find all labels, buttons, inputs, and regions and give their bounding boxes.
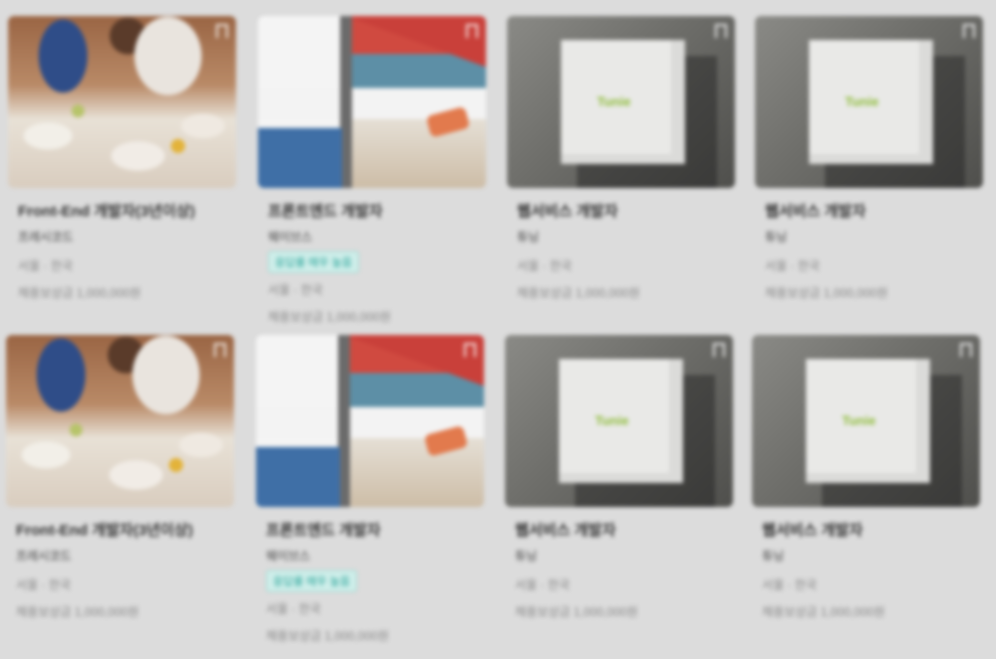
tunie-logo: Tunie — [595, 413, 629, 428]
job-card[interactable]: Front-End 개발자(3년이상) 프레시코드 서울 · 한국 채용보상금 … — [6, 335, 234, 620]
job-card-grid: Front-End 개발자(3년이상) 프레시코드 서울 · 한국 채용보상금 … — [0, 0, 996, 659]
job-location: 서울 · 한국 — [517, 259, 572, 273]
company-name: 튜닝 — [517, 230, 540, 244]
bookmark-icon[interactable] — [960, 343, 972, 357]
bookmark-icon[interactable] — [214, 343, 226, 357]
job-card[interactable]: Tunie 웹서비스 개발자 튜닝 서울 · 한국 채용보상금 1,000,00… — [507, 16, 735, 301]
job-title[interactable]: Front-End 개발자(3년이상) — [16, 521, 226, 541]
job-thumbnail[interactable] — [258, 16, 486, 188]
bookmark-icon[interactable] — [715, 24, 727, 38]
job-card[interactable]: Tunie 웹서비스 개발자 튜닝 서울 · 한국 채용보상금 1,000,00… — [755, 16, 983, 301]
reward-amount: 채용보상금 1,000,000원 — [268, 310, 391, 324]
job-card[interactable]: Tunie 웹서비스 개발자 튜닝 서울 · 한국 채용보상금 1,000,00… — [505, 335, 733, 620]
job-location: 서울 · 한국 — [266, 602, 321, 616]
tunie-logo: Tunie — [845, 94, 879, 109]
job-location: 서울 · 한국 — [18, 259, 73, 273]
job-location: 서울 · 한국 — [268, 283, 323, 297]
job-title[interactable]: Front-End 개발자(3년이상) — [18, 202, 228, 222]
bookmark-icon[interactable] — [464, 343, 476, 357]
job-title[interactable]: 프론트엔드 개발자 — [268, 202, 478, 222]
job-thumbnail[interactable]: Tunie — [505, 335, 733, 507]
job-location: 서울 · 한국 — [16, 578, 71, 592]
reward-amount: 채용보상금 1,000,000원 — [266, 629, 389, 643]
reward-amount: 채용보상금 1,000,000원 — [16, 605, 139, 619]
company-name: 튜닝 — [765, 230, 788, 244]
tunie-logo: Tunie — [842, 413, 876, 428]
response-rate-badge: 응답률 매우 높음 — [268, 251, 359, 273]
bookmark-icon[interactable] — [466, 24, 478, 38]
job-thumbnail[interactable] — [6, 335, 234, 507]
company-name: 튜닝 — [762, 549, 785, 563]
company-name: 웨이브스 — [266, 549, 311, 563]
company-name: 프레시코드 — [16, 549, 72, 563]
job-title[interactable]: 웹서비스 개발자 — [517, 202, 727, 222]
tunie-logo: Tunie — [597, 94, 631, 109]
company-name: 프레시코드 — [18, 230, 74, 244]
reward-amount: 채용보상금 1,000,000원 — [762, 605, 885, 619]
job-thumbnail[interactable]: Tunie — [507, 16, 735, 188]
job-thumbnail[interactable] — [256, 335, 484, 507]
job-thumbnail[interactable] — [8, 16, 236, 188]
response-rate-badge: 응답률 매우 높음 — [266, 570, 357, 592]
company-name: 웨이브스 — [268, 230, 313, 244]
bookmark-icon[interactable] — [216, 24, 228, 38]
reward-amount: 채용보상금 1,000,000원 — [18, 286, 141, 300]
bookmark-icon[interactable] — [963, 24, 975, 38]
job-card[interactable]: Tunie 웹서비스 개발자 튜닝 서울 · 한국 채용보상금 1,000,00… — [752, 335, 980, 620]
reward-amount: 채용보상금 1,000,000원 — [765, 286, 888, 300]
job-card[interactable]: Front-End 개발자(3년이상) 프레시코드 서울 · 한국 채용보상금 … — [8, 16, 236, 301]
job-location: 서울 · 한국 — [515, 578, 570, 592]
job-thumbnail[interactable]: Tunie — [755, 16, 983, 188]
job-title[interactable]: 프론트엔드 개발자 — [266, 521, 476, 541]
company-name: 튜닝 — [515, 549, 538, 563]
job-card[interactable]: 프론트엔드 개발자 웨이브스 응답률 매우 높음 서울 · 한국 채용보상금 1… — [258, 16, 486, 325]
reward-amount: 채용보상금 1,000,000원 — [515, 605, 638, 619]
job-title[interactable]: 웹서비스 개발자 — [765, 202, 975, 222]
job-location: 서울 · 한국 — [765, 259, 820, 273]
job-location: 서울 · 한국 — [762, 578, 817, 592]
job-title[interactable]: 웹서비스 개발자 — [515, 521, 725, 541]
bookmark-icon[interactable] — [713, 343, 725, 357]
job-card[interactable]: 프론트엔드 개발자 웨이브스 응답률 매우 높음 서울 · 한국 채용보상금 1… — [256, 335, 484, 644]
job-title[interactable]: 웹서비스 개발자 — [762, 521, 972, 541]
reward-amount: 채용보상금 1,000,000원 — [517, 286, 640, 300]
job-thumbnail[interactable]: Tunie — [752, 335, 980, 507]
